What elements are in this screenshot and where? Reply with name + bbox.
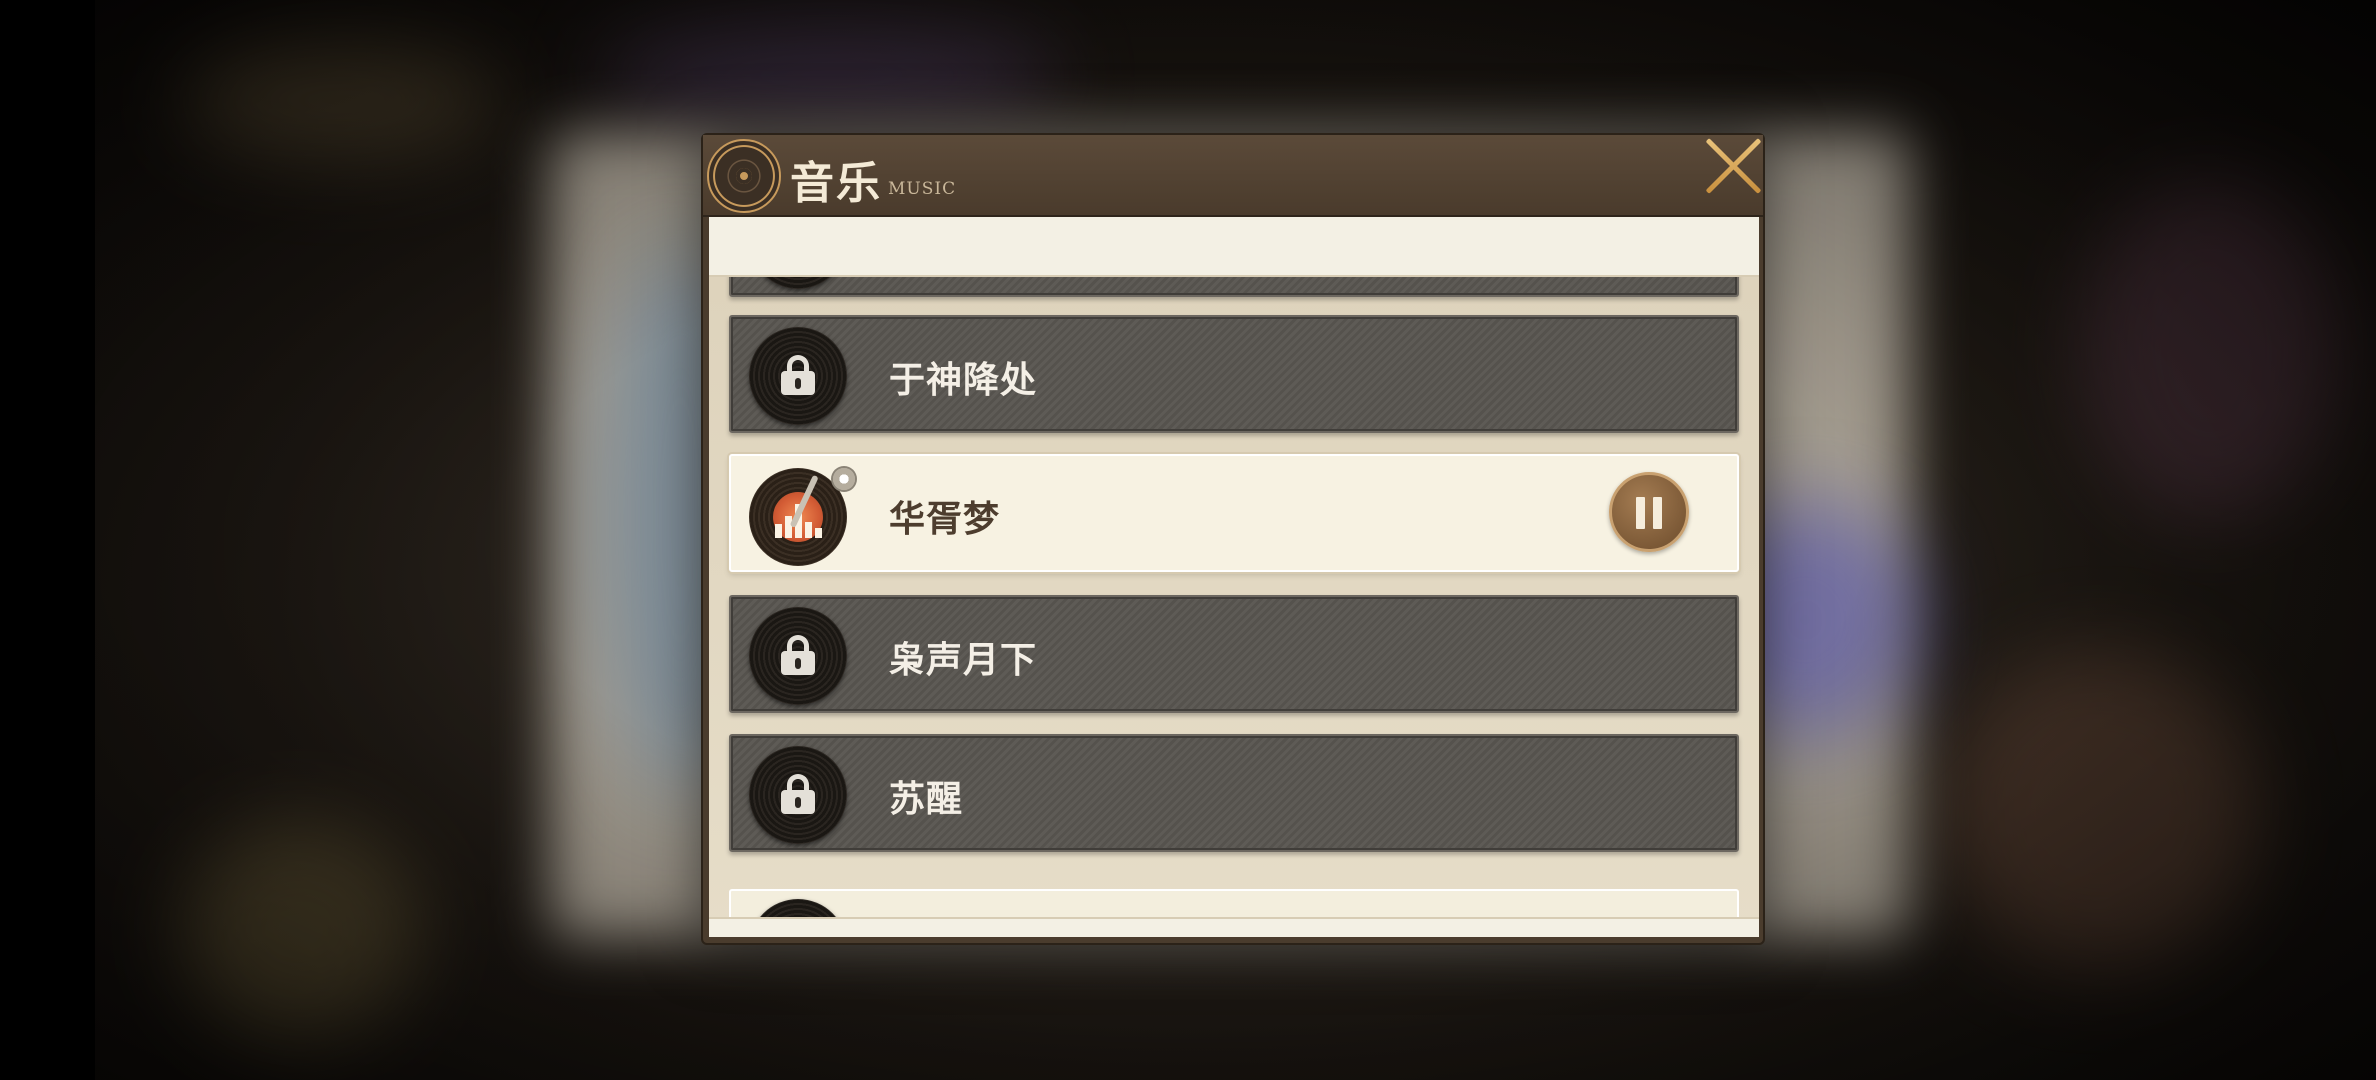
lock-icon [781,774,815,814]
music-dialog: 音乐 MUSIC 于神降处 华胥梦 枭声月下 苏醒 [703,135,1763,943]
dialog-header: 音乐 MUSIC [703,135,1763,217]
song-title: 华胥梦 [889,498,1001,540]
lock-icon [781,635,815,675]
song-title: 苏醒 [889,778,964,820]
lock-icon [781,355,815,395]
song-row-locked[interactable]: 枭声月下 [729,595,1739,713]
song-list: 于神降处 华胥梦 枭声月下 苏醒 [709,217,1759,937]
song-row-locked[interactable]: 苏醒 [729,734,1739,852]
pause-button[interactable] [1609,472,1689,552]
song-title: 于神降处 [889,359,1038,401]
list-top-bar [709,217,1759,277]
disc-icon [749,746,847,844]
song-list-area[interactable]: 于神降处 华胥梦 枭声月下 苏醒 [709,217,1759,937]
turntable-icon [749,464,857,568]
song-row-playing[interactable]: 华胥梦 [729,454,1739,572]
disc-icon [749,327,847,425]
close-button[interactable] [1703,135,1765,197]
list-bottom-bar [709,917,1759,937]
song-row-locked[interactable]: 于神降处 [729,315,1739,433]
disc-icon [749,607,847,705]
song-title: 枭声月下 [889,639,1038,681]
vinyl-gear-icon [707,139,781,213]
dialog-title: 音乐 [790,158,882,209]
dialog-subtitle: MUSIC [888,179,957,199]
